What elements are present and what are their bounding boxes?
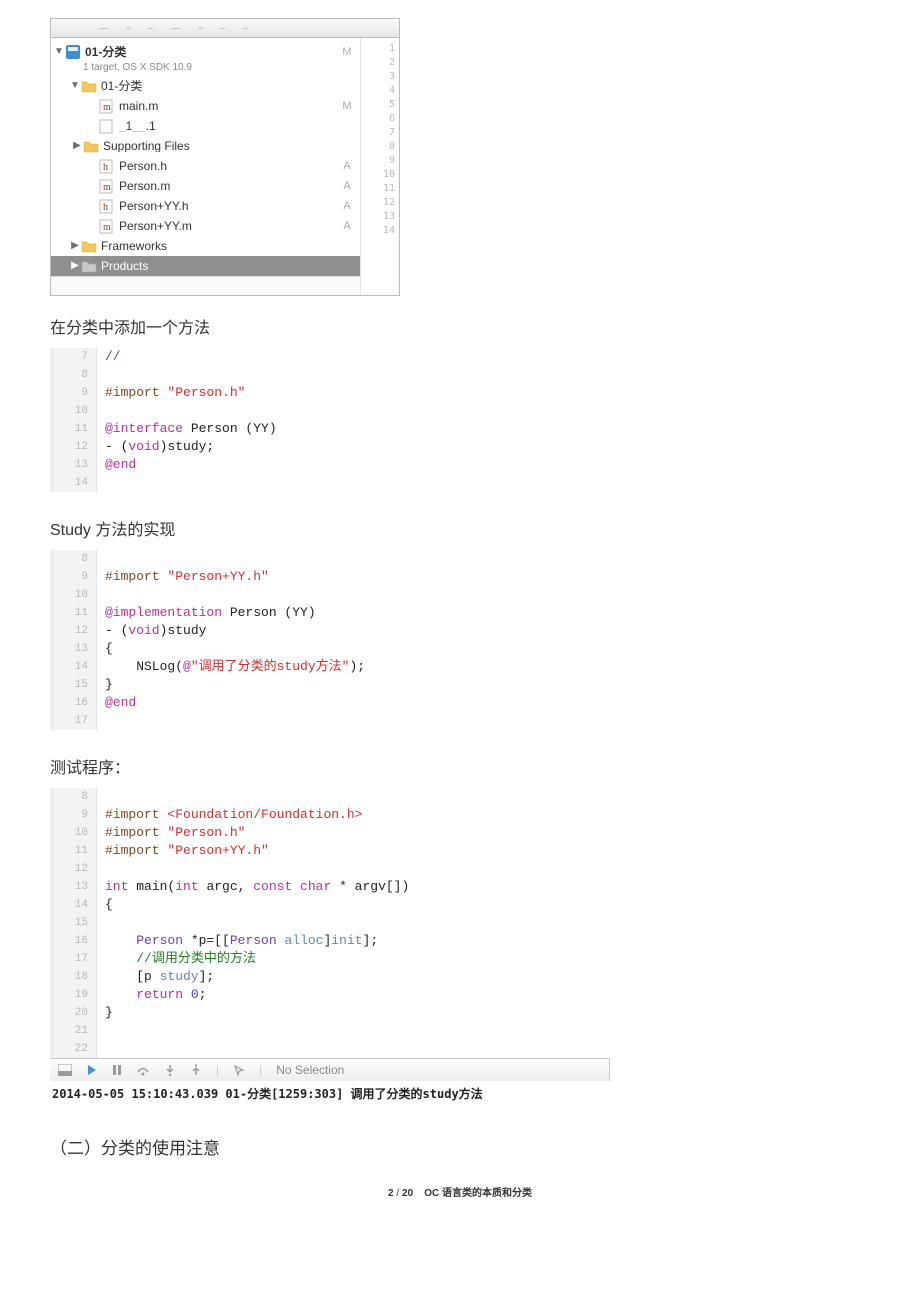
heading-add-method: 在分类中添加一个方法 — [50, 314, 870, 338]
page-footer: 2 / 20 OC 语言类的本质和分类 — [0, 1184, 920, 1199]
project-subtitle: 1 target, OS X SDK 10.9 — [51, 63, 192, 73]
project-navigator: ⎯⎯⎯⎯⎯⎯⎯⎯⎯ ▼ 01-分类 M 1 target, OS X SDK 1… — [50, 18, 400, 296]
editor-gutter-preview: 1234567891011121314 — [360, 38, 399, 295]
file-row-pym[interactable]: m Person+YY.mA — [51, 216, 360, 236]
svg-text:h: h — [103, 202, 108, 213]
file-icon: m — [99, 178, 115, 194]
file-status-badge: A — [340, 221, 354, 232]
file-label: _1__.1 — [119, 120, 340, 132]
project-name: 01-分类 — [85, 46, 126, 58]
debug-no-selection: No Selection — [276, 1063, 344, 1077]
step-into-icon[interactable] — [164, 1064, 176, 1076]
file-icon: m — [99, 218, 115, 234]
file-icon: h — [99, 198, 115, 214]
code-block-main: 89#import <Foundation/Foundation.h>10#im… — [50, 788, 610, 1058]
toggle-debug-area-icon[interactable] — [58, 1064, 72, 1076]
file-status-badge: M — [340, 101, 354, 112]
svg-text:m: m — [103, 102, 111, 113]
file-icon: h — [99, 158, 115, 174]
frameworks-row[interactable]: ▶ Frameworks — [51, 236, 360, 256]
frameworks-label: Frameworks — [101, 240, 340, 252]
code-block-header: 7//89#import "Person.h"1011@interface Pe… — [50, 348, 870, 492]
folder-icon — [81, 258, 97, 274]
products-row[interactable]: ▶ Products — [51, 256, 360, 276]
file-label: Person+YY.m — [119, 220, 340, 232]
file-status-badge: A — [340, 181, 354, 192]
section-2-heading: （二）分类的使用注意 — [50, 1134, 870, 1159]
group-row[interactable]: ▼ 01-分类 — [51, 76, 360, 96]
project-row[interactable]: ▼ 01-分类 M — [51, 42, 360, 62]
file-row-pyh[interactable]: h Person+YY.hA — [51, 196, 360, 216]
navigator-filter-bar[interactable] — [51, 276, 360, 295]
file-row-main[interactable]: m main.mM — [51, 96, 360, 116]
file-icon — [99, 118, 115, 134]
group-name: 01-分类 — [101, 80, 340, 92]
file-status-badge: A — [340, 161, 354, 172]
heading-test: 测试程序： — [50, 754, 870, 778]
svg-text:h: h — [103, 162, 108, 173]
heading-study-impl: Study 方法的实现 — [50, 516, 870, 540]
file-row-ph[interactable]: h Person.hA — [51, 156, 360, 176]
file-row-temp[interactable]: _1__.1 — [51, 116, 360, 136]
file-label: Person.m — [119, 180, 340, 192]
continue-icon[interactable] — [86, 1064, 98, 1076]
file-label: Person+YY.h — [119, 200, 340, 212]
file-row-support[interactable]: ▶Supporting Files — [51, 136, 360, 156]
file-label: main.m — [119, 100, 340, 112]
file-icon: m — [99, 98, 115, 114]
project-icon — [65, 44, 81, 60]
file-row-pm[interactable]: m Person.mA — [51, 176, 360, 196]
debug-toolbar: | | No Selection — [50, 1058, 610, 1081]
svg-text:m: m — [103, 182, 111, 193]
console-output: 2014-05-05 15:10:43.039 01-分类[1259:303] … — [50, 1081, 610, 1106]
folder-icon — [81, 78, 97, 94]
products-label: Products — [101, 260, 340, 272]
project-status-badge: M — [340, 47, 354, 58]
folder-icon — [83, 138, 99, 154]
file-status-badge: A — [340, 201, 354, 212]
step-out-icon[interactable] — [190, 1064, 202, 1076]
file-label: Supporting Files — [103, 140, 340, 152]
location-icon[interactable] — [233, 1064, 245, 1076]
pause-icon[interactable] — [112, 1064, 122, 1076]
folder-icon — [81, 238, 97, 254]
step-over-icon[interactable] — [136, 1064, 150, 1076]
navigator-tabbar: ⎯⎯⎯⎯⎯⎯⎯⎯⎯ — [51, 18, 399, 38]
svg-text:m: m — [103, 222, 111, 233]
file-label: Person.h — [119, 160, 340, 172]
code-block-impl: 89#import "Person+YY.h"1011@implementati… — [50, 550, 870, 730]
